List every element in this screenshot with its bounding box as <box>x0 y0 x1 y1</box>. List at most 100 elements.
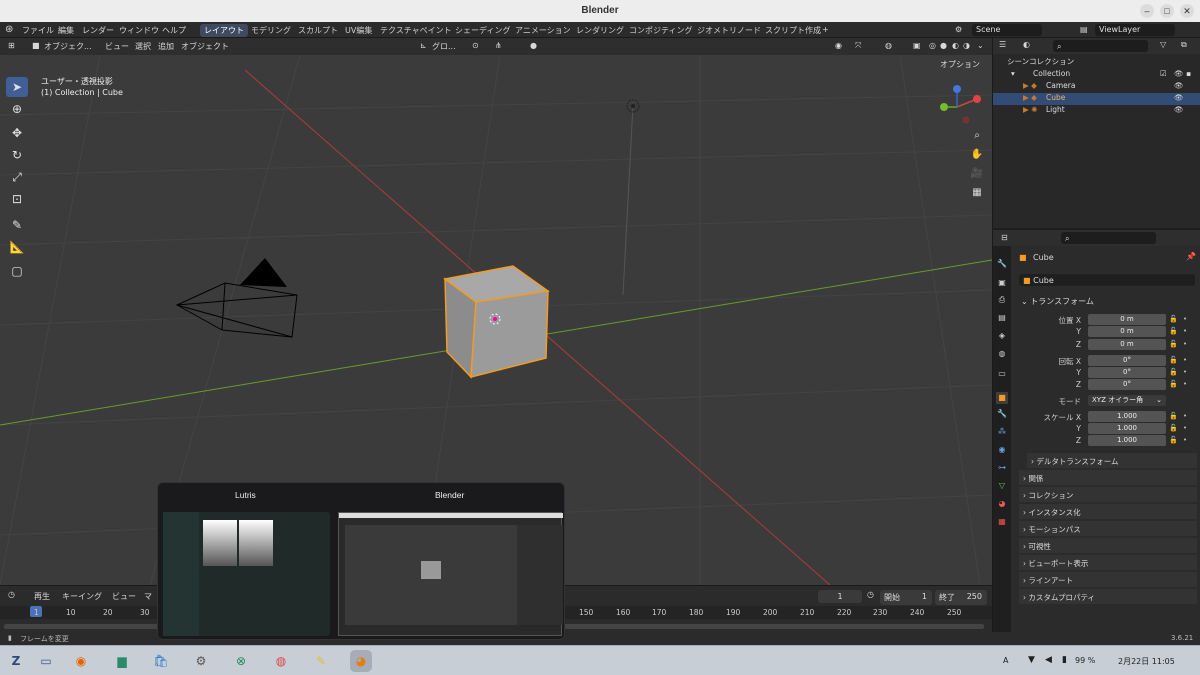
collection-tab-icon[interactable]: ▭ <box>996 368 1008 380</box>
tab-uv[interactable]: UV編集 <box>341 24 376 37</box>
scale-y-field[interactable]: 1.000 <box>1088 423 1166 434</box>
menu-view[interactable]: ビュー <box>105 41 129 52</box>
properties-search-input[interactable]: ⌕ <box>1061 232 1156 244</box>
scale-x-field[interactable]: 1.000 <box>1088 411 1166 422</box>
viewport-display-section[interactable]: › ビューポート表示 <box>1019 555 1197 570</box>
gizmo-icon[interactable]: ⤧ <box>855 41 861 51</box>
battery-icon[interactable]: ▮ <box>1062 655 1067 665</box>
location-y-field[interactable]: 0 m <box>1088 326 1166 337</box>
preview-range-icon[interactable]: ◷ <box>867 590 874 599</box>
lock-icon[interactable]: 🔓 <box>1169 340 1178 348</box>
constraints-tab-icon[interactable]: ⊶ <box>996 462 1008 474</box>
editor-type-icon[interactable]: ⊞ <box>8 41 15 50</box>
tab-compositing[interactable]: コンポジティング <box>625 24 697 37</box>
close-button[interactable]: ✕ <box>1180 4 1194 18</box>
lock-icon[interactable]: 🔓 <box>1169 380 1178 388</box>
settings-icon[interactable]: ⚙ <box>190 650 212 672</box>
tab-layout[interactable]: レイアウト <box>200 24 248 37</box>
keyframe-dot-icon[interactable]: • <box>1183 315 1187 323</box>
tool-tab-icon[interactable]: 🔧 <box>996 258 1008 270</box>
tab-sculpt[interactable]: スカルプト <box>294 24 342 37</box>
data-tab-icon[interactable]: ▽ <box>996 480 1008 492</box>
menu-file[interactable]: ファイル <box>22 25 54 36</box>
scene-field[interactable]: Scene <box>972 24 1042 36</box>
relations-section[interactable]: › 関係 <box>1019 470 1197 485</box>
properties-editor-icon[interactable]: ⊟ <box>1001 233 1008 242</box>
add-workspace-icon[interactable]: + <box>822 25 829 34</box>
eye-icon[interactable]: 👁 <box>1174 81 1184 90</box>
location-x-field[interactable]: 0 m <box>1088 314 1166 325</box>
transform-orientation-icon[interactable]: ⊾ <box>420 41 427 50</box>
eye-icon[interactable]: 👁 <box>1174 105 1184 114</box>
transform-orientation-dropdown[interactable]: グロ... <box>432 41 456 52</box>
filter-icon[interactable]: ▽ <box>1160 40 1166 49</box>
lutris-icon[interactable]: ⊗ <box>230 650 252 672</box>
keyframe-dot-icon[interactable]: • <box>1183 368 1187 376</box>
pin-icon[interactable]: 📌 <box>1186 252 1196 261</box>
notes-icon[interactable]: ✎ <box>310 650 332 672</box>
shading-wireframe-icon[interactable]: ◎ <box>929 41 936 50</box>
rotation-mode-dropdown[interactable]: XYZ オイラー角 ⌄ <box>1088 395 1166 406</box>
view-layer-icon[interactable]: ▤ <box>1080 25 1088 34</box>
keyframe-dot-icon[interactable]: • <box>1183 424 1187 432</box>
collections-section[interactable]: › コレクション <box>1019 487 1197 502</box>
timeline-editor-icon[interactable]: ◷ <box>8 590 15 599</box>
outliner-search-input[interactable]: ⌕ <box>1053 40 1148 52</box>
outliner-row-camera[interactable]: ▶ ◆ Camera 👁 <box>993 81 1200 93</box>
minimize-button[interactable]: – <box>1140 4 1154 18</box>
menu-help[interactable]: ヘルプ <box>162 25 186 36</box>
firefox-icon[interactable]: ◉ <box>70 650 92 672</box>
lock-icon[interactable]: 🔓 <box>1169 424 1178 432</box>
output-tab-icon[interactable]: ⎙ <box>996 294 1008 306</box>
keying-menu[interactable]: キーイング <box>62 591 102 602</box>
particles-tab-icon[interactable]: ⁂ <box>996 426 1008 438</box>
show-desktop-icon[interactable]: ▭ <box>35 650 57 672</box>
keyframe-dot-icon[interactable]: • <box>1183 327 1187 335</box>
scale-z-field[interactable]: 1.000 <box>1088 435 1166 446</box>
keyframe-dot-icon[interactable]: • <box>1183 380 1187 388</box>
eye-icon[interactable]: 👁 <box>1174 93 1184 102</box>
visibility-section[interactable]: › 可視性 <box>1019 538 1197 553</box>
checkbox-icon[interactable]: ☑ <box>1160 69 1167 78</box>
display-mode-icon[interactable]: ◐ <box>1023 40 1030 49</box>
shading-solid-icon[interactable]: ● <box>940 41 947 50</box>
view-menu[interactable]: ビュー <box>112 591 136 602</box>
shading-rendered-icon[interactable]: ◑ <box>963 41 970 50</box>
lock-icon[interactable]: 🔓 <box>1169 412 1178 420</box>
tab-scripting[interactable]: スクリプト作成 <box>761 24 825 37</box>
tab-texture-paint[interactable]: テクスチャペイント <box>376 24 456 37</box>
start-frame-field[interactable]: 開始 1 <box>880 590 932 605</box>
keyframe-dot-icon[interactable]: • <box>1183 412 1187 420</box>
world-tab-icon[interactable]: ◍ <box>996 348 1008 360</box>
files-icon[interactable]: ▆ <box>111 650 133 672</box>
location-z-field[interactable]: 0 m <box>1088 339 1166 350</box>
rotation-y-field[interactable]: 0° <box>1088 367 1166 378</box>
menu-select[interactable]: 選択 <box>135 41 151 52</box>
volume-icon[interactable]: ◀ <box>1045 655 1052 665</box>
lock-icon[interactable]: 🔓 <box>1169 327 1178 335</box>
tab-animation[interactable]: アニメーション <box>511 24 575 37</box>
keyframe-dot-icon[interactable]: • <box>1183 356 1187 364</box>
new-collection-icon[interactable]: ⧉ <box>1181 40 1187 50</box>
mode-icon[interactable]: ■ <box>32 41 40 50</box>
tab-rendering[interactable]: レンダリング <box>572 24 628 37</box>
keyframe-dot-icon[interactable]: • <box>1183 436 1187 444</box>
blender-logo-icon[interactable]: ⊛ <box>5 24 13 35</box>
view-layer-field[interactable]: ViewLayer <box>1095 24 1175 36</box>
menu-object[interactable]: オブジェクト <box>181 41 229 52</box>
menu-window[interactable]: ウィンドウ <box>119 25 159 36</box>
object-datablock-field[interactable]: ■ Cube <box>1019 274 1195 286</box>
scene-icon[interactable]: ⚙ <box>955 25 962 34</box>
pivot-icon[interactable]: ⊙ <box>472 41 479 50</box>
instancing-section[interactable]: › インスタンス化 <box>1019 504 1197 519</box>
line-art-section[interactable]: › ラインアート <box>1019 572 1197 587</box>
input-method[interactable]: A <box>1003 656 1008 665</box>
object-tab-icon[interactable]: ■ <box>996 392 1008 404</box>
material-tab-icon[interactable]: ◕ <box>996 498 1008 510</box>
clock[interactable]: 2月22日 11:05 <box>1118 656 1175 667</box>
shading-options-icon[interactable]: ⌄ <box>977 41 984 50</box>
physics-tab-icon[interactable]: ◉ <box>996 444 1008 456</box>
outliner-row-scene-collection[interactable]: シーンコレクション <box>993 56 1200 68</box>
motion-paths-section[interactable]: › モーションパス <box>1019 521 1197 536</box>
current-frame-field[interactable]: 1 <box>818 590 862 603</box>
